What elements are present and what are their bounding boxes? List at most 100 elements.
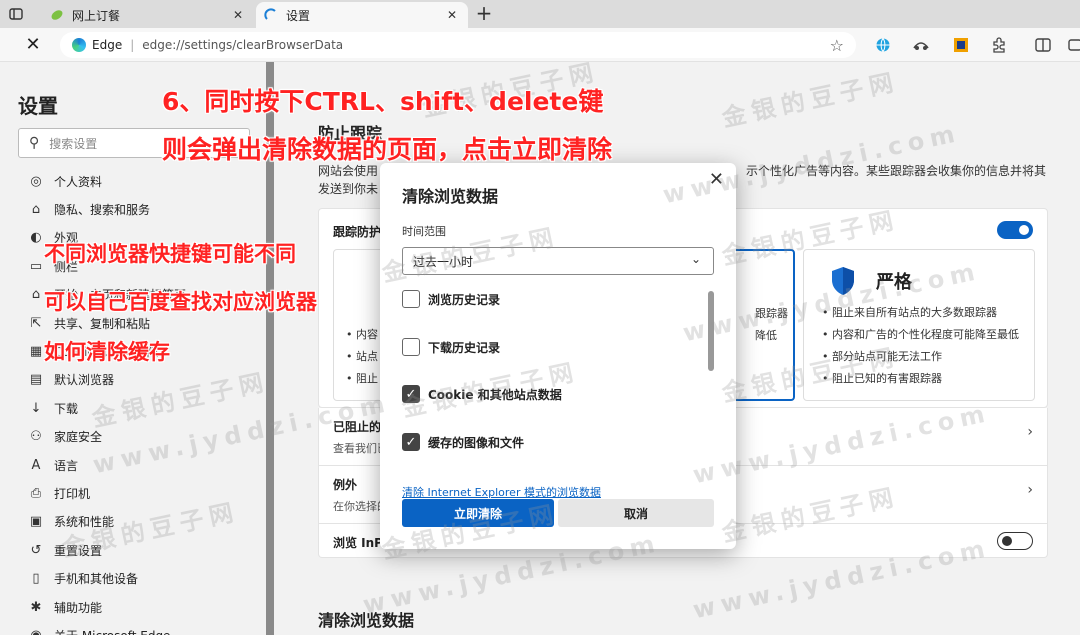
checkbox-label: Cookie 和其他站点数据 [428, 387, 562, 402]
annotation-note: 可以自己百度查找对应浏览器 [44, 290, 317, 314]
sidebar-item[interactable]: ◉ 关于 Microsoft Edge [28, 623, 170, 635]
balanced-bullet: 降低 [755, 329, 777, 342]
tab-actions-icon[interactable] [6, 4, 26, 24]
close-tab-icon[interactable]: ✕ [230, 8, 246, 22]
sidebar-item[interactable]: ⚇ 家庭安全 [28, 425, 102, 449]
checkbox-download-history[interactable]: 下载历史记录 [402, 337, 500, 357]
address-bar[interactable]: Edge | edge://settings/clearBrowserData … [60, 32, 856, 58]
edge-settings-icon [264, 8, 278, 22]
separator: | [130, 38, 135, 52]
inprivate-toggle[interactable] [997, 532, 1033, 550]
time-range-select[interactable]: 过去一小时 ⌄ [402, 247, 714, 275]
share-icon: ⇱ [30, 315, 42, 331]
annotation-note: 不同浏览器快捷键可能不同 [44, 242, 296, 266]
stop-loading-icon[interactable]: ✕ [22, 34, 44, 56]
sidebar-item[interactable]: ↓ 下载 [28, 396, 78, 420]
row-title: 已阻止的 [333, 420, 382, 434]
cookie-icon: ▦ [29, 343, 43, 359]
tracking-toggle[interactable] [997, 221, 1033, 239]
checkbox-label: 浏览历史记录 [428, 292, 501, 307]
edge-icon [72, 38, 86, 52]
extensions-icon[interactable] [990, 36, 1008, 54]
row-title: 例外 [333, 478, 358, 492]
tab-settings[interactable]: 设置 ✕ [256, 2, 468, 28]
chevron-down-icon: ⌄ [690, 252, 701, 266]
sidebar-item-label: 家庭安全 [54, 430, 103, 445]
tab-strip: 网上订餐 ✕ 设置 ✕ + [0, 0, 1080, 28]
strict-title: 严格 [876, 272, 912, 293]
checkbox-browsing-history[interactable]: 浏览历史记录 [402, 289, 500, 309]
checkbox-label: 下载历史记录 [428, 340, 501, 355]
sidebar-item[interactable]: A 语言 [28, 453, 78, 477]
checkbox-box[interactable] [402, 338, 420, 356]
profile-icon: ◎ [30, 173, 42, 189]
checkbox-cookies[interactable]: ✓ Cookie 和其他站点数据 [402, 384, 562, 404]
extension-app-icon[interactable] [952, 36, 970, 54]
checkbox-box[interactable] [402, 290, 420, 308]
checkbox-box[interactable]: ✓ [402, 385, 420, 403]
language-icon: A [31, 457, 41, 473]
sidebar-item[interactable]: ▤ 默认浏览器 [28, 368, 114, 392]
sidebar-item-label: 默认浏览器 [54, 373, 115, 388]
sidebar-item[interactable]: ◎ 个人资料 [28, 169, 102, 193]
checkbox-cached-images[interactable]: ✓ 缓存的图像和文件 [402, 432, 524, 452]
favorite-star-icon[interactable]: ☆ [830, 36, 844, 55]
printer-icon: ⎙ [30, 485, 42, 501]
url-text[interactable]: edge://settings/clearBrowserData [142, 38, 343, 52]
annotation-instruction: 则会弹出清除数据的页面，点击立即清除 [162, 135, 613, 164]
system-icon: ▣ [29, 514, 43, 530]
checkbox-box[interactable]: ✓ [402, 433, 420, 451]
tab-online-order[interactable]: 网上订餐 ✕ [42, 2, 254, 28]
phone-icon: ▯ [32, 571, 40, 587]
annotation-note: 如何清除缓存 [44, 340, 170, 364]
sidebar-item-label: 关于 Microsoft Edge [54, 627, 170, 635]
dialog-title: 清除浏览数据 [402, 187, 499, 206]
sidebar-item[interactable]: ↺ 重置设置 [28, 538, 102, 562]
time-range-value: 过去一小时 [413, 254, 474, 269]
leaf-icon [50, 8, 64, 22]
balanced-bullet: 跟踪器 [755, 307, 788, 320]
new-tab-button[interactable]: + [472, 2, 496, 26]
tracking-label: 跟踪防护 [333, 225, 382, 239]
browser-icon: ▤ [29, 372, 43, 388]
cancel-button[interactable]: 取消 [558, 499, 714, 527]
sidebar-item-label: 重置设置 [54, 543, 103, 558]
home-icon: ⌂ [31, 287, 41, 303]
sidebar-item[interactable]: ▣ 系统和性能 [28, 510, 114, 534]
family-icon: ⚇ [30, 429, 42, 445]
row-title: 浏览 InP [333, 536, 383, 550]
edge-icon: ◉ [28, 628, 44, 635]
checkbox-label: 缓存的图像和文件 [428, 435, 525, 450]
clear-data-heading: 清除浏览数据 [318, 611, 415, 630]
clear-now-button[interactable]: 立即清除 [402, 499, 554, 527]
level-strict-card[interactable]: 严格 • 阻止来自所有站点的大多数跟踪器 • 内容和广告的个性化程度可能降至最低… [803, 249, 1035, 401]
desc-right: 示个性化广告等内容。某些跟踪器会收集你的信息并将其 [746, 164, 1047, 178]
sidebar-item[interactable]: ⎙ 打印机 [28, 481, 90, 505]
sidebar-item-label: 个人资料 [54, 174, 103, 189]
search-placeholder: 搜索设置 [49, 136, 98, 151]
split-screen-icon[interactable] [1034, 36, 1052, 54]
read-aloud-icon[interactable] [912, 36, 930, 54]
sidebar-item[interactable]: ⌂ 隐私、搜索和服务 [28, 197, 150, 221]
address-toolbar: ✕ Edge | edge://settings/clearBrowserDat… [0, 28, 1080, 62]
appearance-icon: ◐ [30, 230, 42, 246]
strict-bullet: • 阻止已知的有害跟踪器 [822, 372, 942, 385]
dialog-scrollbar[interactable] [708, 291, 714, 371]
clear-ie-mode-link[interactable]: 清除 Internet Explorer 模式的浏览数据 [402, 484, 601, 500]
accessibility-icon: ✱ [30, 599, 42, 615]
sidebar-item-label: 隐私、搜索和服务 [54, 202, 151, 217]
desc-line1: 网站会使用 [318, 164, 379, 178]
globe-icon[interactable] [874, 36, 892, 54]
sidebar-item[interactable]: ▯ 手机和其他设备 [28, 567, 138, 591]
site-label: Edge [92, 38, 123, 52]
basic-bullet: • 内容 [346, 328, 378, 341]
favorites-collections-icon[interactable] [1066, 36, 1080, 54]
close-tab-icon[interactable]: ✕ [444, 8, 460, 22]
sidebar-item-label: 下载 [54, 401, 79, 416]
sidebar-item[interactable]: ✱ 辅助功能 [28, 595, 102, 619]
close-icon[interactable]: ✕ [709, 169, 724, 190]
chevron-right-icon: › [1027, 424, 1033, 440]
sidebar-item-label: 辅助功能 [54, 600, 103, 615]
lock-icon: ⌂ [31, 201, 41, 217]
settings-title: 设置 [18, 94, 58, 118]
